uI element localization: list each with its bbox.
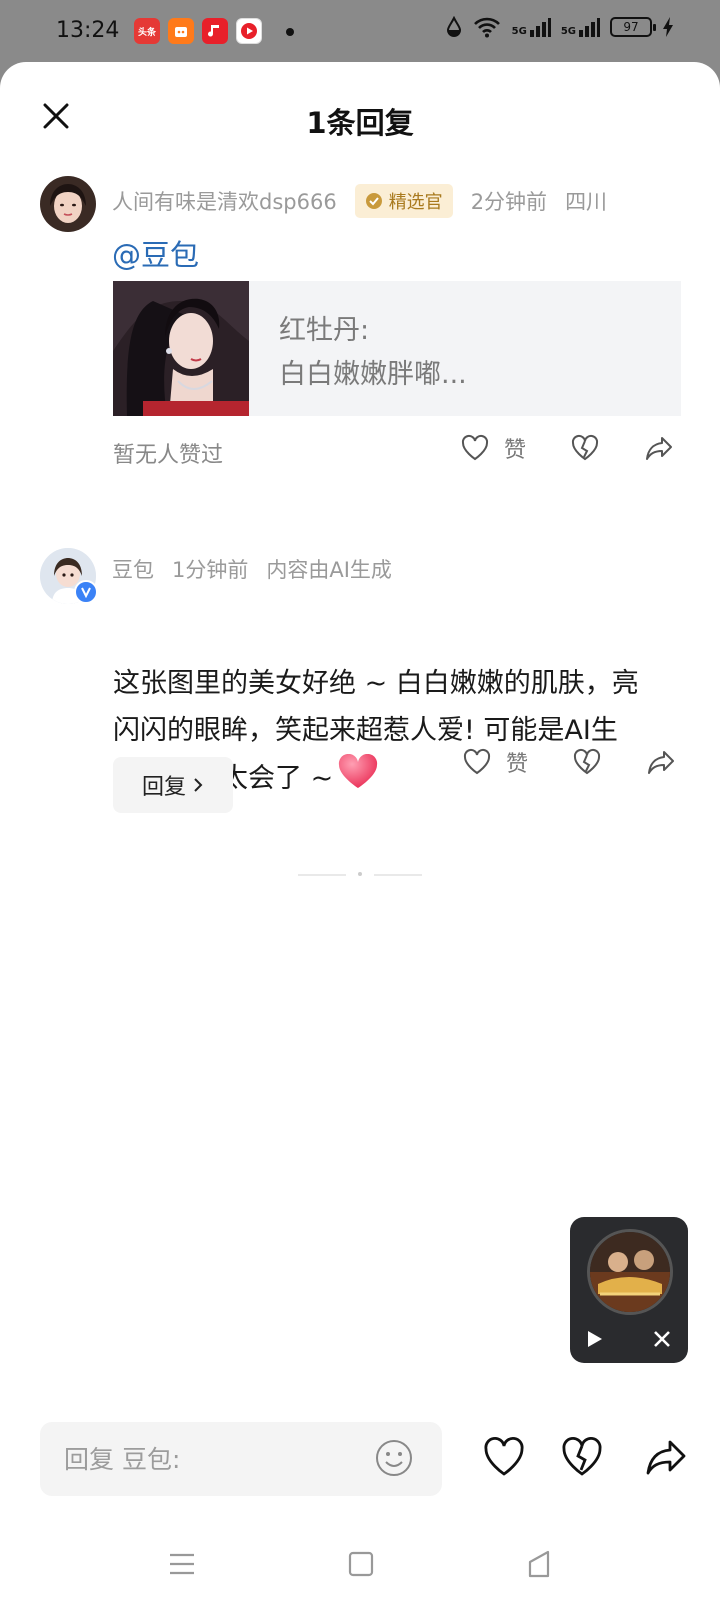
mention-link[interactable]: @豆包 xyxy=(112,232,199,274)
reply-sheet: 1条回复 人间有味是清欢dsp666 精选官 2分钟前 四川 @豆包 红牡丹: … xyxy=(0,62,720,1612)
reply-share-button[interactable] xyxy=(646,748,676,776)
reply-meta: 豆包 1分钟前 内容由AI生成 xyxy=(112,554,392,584)
verified-icon xyxy=(74,580,98,604)
dislike-button[interactable] xyxy=(570,434,600,462)
quoted-post-excerpt: 白白嫩嫩胖嘟... xyxy=(279,359,467,390)
sheet-header: 1条回复 xyxy=(0,62,720,172)
comment-location: 四川 xyxy=(565,190,608,214)
toutiao-app-icon: 头条 xyxy=(134,18,160,44)
menu-nav-icon[interactable] xyxy=(168,1550,196,1582)
parent-comment-actions: 赞 xyxy=(460,432,674,464)
reply-author-name[interactable]: 豆包 xyxy=(112,554,154,584)
video-app-icon xyxy=(236,18,262,44)
sheet-title: 1条回复 xyxy=(306,106,414,140)
red-heart-emoji xyxy=(337,753,379,805)
quoted-post-card[interactable]: 红牡丹: 白白嫩嫩胖嘟... xyxy=(113,281,681,416)
shopping-app-icon xyxy=(168,18,194,44)
music-app-icon xyxy=(202,18,228,44)
back-nav-icon[interactable] xyxy=(526,1550,552,1582)
end-divider-left xyxy=(298,874,346,876)
reply-like-button[interactable]: 赞 xyxy=(462,746,528,778)
mini-player[interactable] xyxy=(570,1217,688,1363)
mini-player-cover xyxy=(587,1229,673,1315)
signal-icon-2: 5G xyxy=(561,17,600,37)
quoted-post-text: 红牡丹: 白白嫩嫩胖嘟... xyxy=(249,281,467,416)
commenter-username[interactable]: 人间有味是清欢dsp666 xyxy=(112,186,337,216)
bottom-like-icon[interactable] xyxy=(482,1436,526,1482)
heart-outline-icon xyxy=(463,748,491,775)
share-button[interactable] xyxy=(644,434,674,462)
parent-comment-meta: 人间有味是清欢dsp666 精选官 2分钟前 四川 xyxy=(112,184,607,218)
check-badge-icon xyxy=(365,193,382,209)
heart-outline-icon xyxy=(461,434,489,461)
battery-icon: 97 xyxy=(610,17,656,37)
chevron-right-icon xyxy=(194,778,203,792)
end-divider-right xyxy=(374,874,422,876)
emoji-icon[interactable] xyxy=(374,1438,414,1482)
no-likes-text: 暂无人赞过 xyxy=(113,443,224,468)
broken-heart-icon xyxy=(572,434,599,461)
reply-time: 1分钟前 xyxy=(172,558,249,582)
play-icon[interactable] xyxy=(584,1329,604,1353)
reply-button[interactable]: 回复 xyxy=(113,757,233,813)
system-nav-bar xyxy=(0,1542,720,1612)
commenter-avatar[interactable] xyxy=(40,176,96,232)
charging-icon xyxy=(663,17,673,37)
wifi-icon xyxy=(473,17,500,38)
curator-badge: 精选官 xyxy=(354,184,453,218)
status-bar: 13:24 头条 5G 5G 97 xyxy=(0,0,720,62)
end-divider-dot xyxy=(358,872,362,876)
share-icon xyxy=(648,751,675,774)
ai-generated-note: 内容由AI生成 xyxy=(266,558,392,582)
home-nav-icon[interactable] xyxy=(348,1550,374,1582)
reply-dislike-button[interactable] xyxy=(572,748,602,776)
comment-time: 2分钟前 xyxy=(470,190,548,214)
quoted-post-thumbnail xyxy=(113,281,253,416)
like-button[interactable]: 赞 xyxy=(460,432,526,464)
broken-heart-icon xyxy=(574,748,601,775)
close-player-icon[interactable] xyxy=(652,1329,672,1353)
notification-dot xyxy=(286,28,294,36)
signal-icon-1: 5G xyxy=(512,17,551,37)
water-drop-icon xyxy=(446,16,461,37)
reply-actions: 赞 xyxy=(462,746,676,778)
bottom-dislike-icon[interactable] xyxy=(560,1436,604,1482)
status-time: 13:24 xyxy=(56,18,120,43)
quoted-post-title: 红牡丹: xyxy=(279,315,370,346)
status-right: 5G 5G 97 xyxy=(446,16,674,38)
share-icon xyxy=(646,437,673,460)
bottom-share-icon[interactable] xyxy=(644,1436,688,1482)
bottom-reply-bar xyxy=(0,1422,720,1512)
